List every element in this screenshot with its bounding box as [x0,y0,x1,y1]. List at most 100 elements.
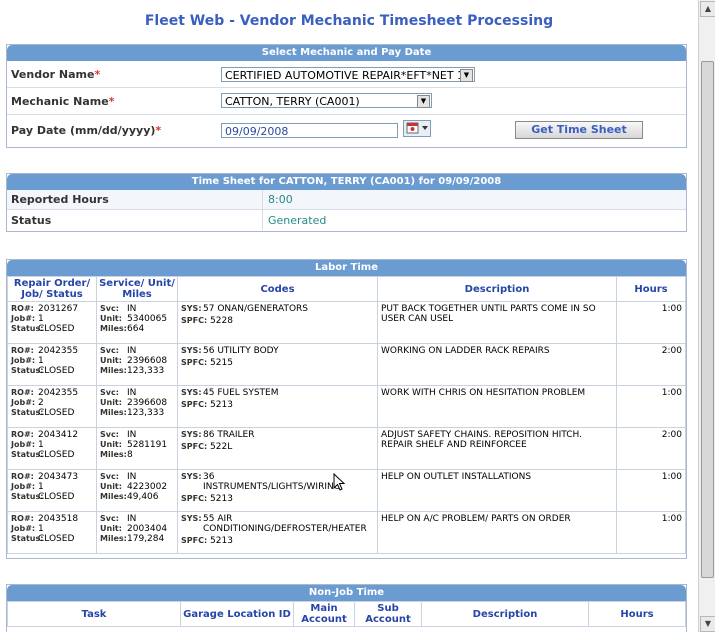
calendar-icon[interactable] [403,120,431,137]
required-mark: * [155,124,162,137]
get-time-sheet-button[interactable]: Get Time Sheet [515,121,643,139]
scrollbar-thumb[interactable] [701,61,714,578]
status-key: Status: [11,492,44,501]
status-value: CLOSED [38,450,75,460]
job-value: 2 [38,398,44,408]
mouse-pointer-icon [333,473,346,491]
ro-value: 2043473 [38,472,79,482]
nonjob-header-row: Task Garage Location ID Main Account Sub… [7,601,686,627]
reported-hours-label: Reported Hours [11,193,109,206]
spfc-value: 522L [210,442,233,452]
unit-value: 2396608 [127,398,168,408]
description-cell: HELP ON OUTLET INSTALLATIONS [377,469,617,512]
repair-order-cell: RO#: 2043412 Job#: 1 Status:CLOSED [7,427,97,470]
timesheet-panel: Time Sheet for CATTON, TERRY (CA001) for… [6,173,687,232]
status-value: CLOSED [38,534,75,544]
unit-value: 4223002 [127,482,168,492]
paydate-input-value: 09/09/2008 [225,125,289,138]
reported-hours-row: Reported Hours 8:00 [7,190,686,210]
required-mark: * [94,68,101,81]
mechanic-label: Mechanic Name [11,95,109,108]
column-divider [262,190,263,209]
unit-key: Unit: [100,524,122,533]
ro-value: 2042355 [38,388,79,398]
status-key: Status: [11,534,44,543]
timesheet-panel-header: Time Sheet for CATTON, TERRY (CA001) for… [7,174,686,190]
labor-panel: Labor Time Repair Order/ Job/ Status Ser… [6,259,687,559]
job-value: 1 [38,314,44,324]
spfc-key: SPFC: [181,400,208,409]
codes-cell: SYS: 36 INSTRUMENTS/LIGHTS/WIRING SPFC: 52… [177,469,378,512]
repair-order-cell: RO#: 2043473 Job#: 1 Status:CLOSED [7,469,97,512]
service-cell: Svc: IN Unit: 5340065 Miles:664 [96,301,178,344]
svc-key: Svc: [100,346,119,355]
page-title: Fleet Web - Vendor Mechanic Timesheet Pr… [144,13,554,29]
service-cell: Svc: IN Unit: 2396608 Miles:123,333 [96,385,178,428]
job-value: 1 [38,524,44,534]
unit-key: Unit: [100,440,122,449]
paydate-input[interactable]: 09/09/2008 [221,123,398,138]
reported-hours-value: 8:00 [268,193,293,206]
unit-value: 2003404 [127,524,168,534]
paydate-row: Pay Date (mm/dd/yyyy)* 09/09/2008 Get Ti… [7,115,686,147]
hours-cell: 1:00 [616,469,686,512]
col-hours: Hours [588,601,686,627]
mechanic-row: Mechanic Name* CATTON, TERRY (CA001) ▼ [7,88,686,115]
miles-key: Miles: [100,324,127,333]
vendor-select-value: CERTIFIED AUTOMOTIVE REPAIR*EFT*NET 1 [225,69,465,82]
mechanic-select[interactable]: CATTON, TERRY (CA001) ▼ [221,93,432,108]
ro-key: RO#: [11,304,34,313]
job-value: 1 [38,482,44,492]
hours-cell: 2:00 [616,343,686,386]
vendor-row: Vendor Name* CERTIFIED AUTOMOTIVE REPAIR… [7,61,686,88]
vendor-select[interactable]: CERTIFIED AUTOMOTIVE REPAIR*EFT*NET 1 ▼ [221,67,475,82]
sys-value: 45 FUEL SYSTEM [203,388,279,398]
sys-value: 57 ONAN/GENERATORS [203,304,309,314]
ro-key: RO#: [11,472,34,481]
col-description: Description [421,601,589,627]
table-row: RO#: 2043412 Job#: 1 Status:CLOSED Svc: IN Unit… [7,427,686,470]
scroll-up-icon[interactable]: ▲ [700,1,715,17]
hours-cell: 1:00 [616,301,686,344]
sys-key: SYS: [181,514,202,523]
col-hours: Hours [616,276,686,302]
repair-order-cell: RO#: 2042355 Job#: 2 Status:CLOSED [7,385,97,428]
job-key: Job#: [11,398,36,407]
calendar-icon-graphic [406,122,428,134]
status-key: Status: [11,450,44,459]
description-cell: HELP ON A/C PROBLEM/ PARTS ON ORDER [377,511,617,554]
miles-key: Miles: [100,366,127,375]
sys-key: SYS: [181,346,202,355]
job-value: 1 [38,440,44,450]
codes-cell: SYS: 45 FUEL SYSTEM SPFC: 5213 [177,385,378,428]
svc-value: IN [127,514,137,524]
spfc-key: SPFC: [181,358,208,367]
miles-value: 664 [127,324,145,334]
chevron-down-icon[interactable]: ▼ [460,69,473,82]
nonjob-panel-header: Non-Job Time [7,585,686,601]
select-panel-header: Select Mechanic and Pay Date [7,45,686,61]
svc-value: IN [127,346,137,356]
spfc-key: SPFC: [181,442,208,451]
svc-key: Svc: [100,388,119,397]
labor-header-row: Repair Order/ Job/ Status Service/ Unit/… [7,276,686,302]
col-description: Description [377,276,617,302]
sys-key: SYS: [181,388,202,397]
vertical-scrollbar[interactable]: ▲ ▼ [698,0,715,632]
job-key: Job#: [11,524,36,533]
miles-value: 49,406 [127,492,159,502]
scroll-down-icon[interactable]: ▼ [700,616,715,632]
miles-value: 123,333 [127,408,165,418]
page: Fleet Web - Vendor Mechanic Timesheet Pr… [0,0,698,632]
codes-cell: SYS: 57 ONAN/GENERATORS SPFC: 5228 [177,301,378,344]
job-key: Job#: [11,314,36,323]
chevron-down-icon[interactable]: ▼ [417,95,430,108]
table-row: RO#: 2031267 Job#: 1 Status:CLOSED Svc: IN Unit… [7,301,686,344]
job-key: Job#: [11,482,36,491]
svc-key: Svc: [100,304,119,313]
col-service: Service/ Unit/ Miles [96,276,178,302]
ro-value: 2043412 [38,430,79,440]
labor-table: Repair Order/ Job/ Status Service/ Unit/… [7,276,686,554]
status-value: Generated [268,214,327,227]
ro-value: 2043518 [38,514,79,524]
